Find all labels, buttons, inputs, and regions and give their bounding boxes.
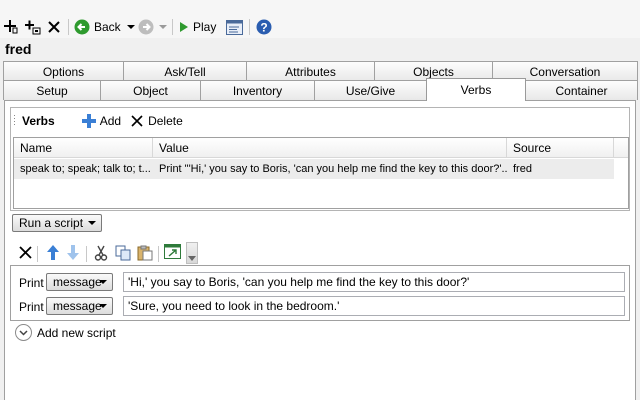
log-button[interactable]	[226, 16, 243, 38]
back-button[interactable]: Back	[74, 16, 121, 38]
svg-text:?: ?	[260, 21, 267, 35]
add-new-script-label: Add new script	[37, 325, 116, 340]
script-toolbar	[0, 241, 640, 265]
tab-setup[interactable]: Setup	[3, 80, 101, 100]
verbs-title: Verbs	[22, 114, 55, 128]
message-type-value: message	[53, 299, 102, 313]
object-title: fred	[5, 41, 32, 57]
chevron-down-icon	[127, 25, 135, 29]
add-verb-button[interactable]: Add	[81, 113, 121, 129]
delete-verb-label: Delete	[148, 114, 183, 128]
tab-container[interactable]: Container	[525, 80, 638, 100]
script-command-label: Print	[19, 300, 44, 314]
delete-verb-button[interactable]: Delete	[131, 114, 183, 128]
main-toolbar: Back Play ?	[0, 0, 640, 38]
column-header-name[interactable]: Name	[14, 138, 153, 158]
message-type-dropdown[interactable]: message	[46, 273, 113, 291]
toolbar-separator	[172, 19, 173, 35]
play-label: Play	[193, 20, 217, 34]
toolbar-separator	[68, 19, 69, 35]
script-command-label: Print	[19, 276, 44, 290]
message-text-field[interactable]: 'Sure, you need to look in the bedroom.'	[123, 296, 625, 316]
add-new-script-button[interactable]: Add new script	[15, 324, 116, 341]
back-arrow-icon	[74, 19, 90, 35]
column-header-value[interactable]: Value	[153, 138, 507, 158]
move-down-button[interactable]	[66, 244, 80, 264]
chevron-down-icon	[159, 25, 167, 29]
cell-name: speak to; speak; talk to; t...	[14, 159, 153, 179]
script-type-value: Run a script	[19, 216, 84, 230]
message-type-dropdown[interactable]: message	[46, 297, 113, 315]
tab-attributes[interactable]: Attributes	[246, 61, 375, 81]
grip-icon	[14, 115, 15, 127]
log-window-icon	[226, 19, 243, 35]
paste-icon	[137, 245, 153, 261]
toolbar-overflow-button[interactable]	[186, 242, 198, 264]
cut-button[interactable]	[94, 245, 108, 264]
tab-inventory[interactable]: Inventory	[200, 80, 315, 100]
help-button[interactable]: ?	[256, 16, 272, 38]
verbs-toolbar: Verbs Add Delete	[12, 111, 183, 131]
verbs-table: Name Value Source speak to; speak; talk …	[13, 137, 629, 209]
column-header-source[interactable]: Source	[507, 138, 614, 158]
chevron-down-icon	[99, 304, 107, 308]
delete-button[interactable]	[47, 16, 61, 38]
toolbar-separator	[249, 19, 250, 35]
copy-icon	[115, 245, 131, 261]
help-icon: ?	[256, 19, 272, 35]
column-header-spacer	[614, 138, 628, 158]
popout-window-icon	[164, 244, 181, 259]
plus-icon	[81, 114, 96, 128]
tab-options[interactable]: Options	[3, 61, 124, 81]
message-type-value: message	[53, 275, 102, 289]
play-button[interactable]: Play	[179, 16, 216, 38]
arrow-up-icon	[47, 245, 59, 260]
tab-object[interactable]: Object	[100, 80, 201, 100]
add-room-button[interactable]	[23, 16, 41, 38]
tab-ask-tell[interactable]: Ask/Tell	[123, 61, 247, 81]
cell-source: fred	[507, 159, 614, 179]
back-label: Back	[94, 20, 121, 34]
chevron-down-icon	[99, 280, 107, 284]
copy-button[interactable]	[115, 245, 131, 264]
add-room-icon	[25, 20, 41, 35]
tab-verbs[interactable]: Verbs	[426, 78, 526, 101]
chevron-down-icon	[188, 256, 196, 261]
toolbar-separator	[37, 246, 38, 262]
close-icon	[19, 246, 32, 259]
tab-use-give[interactable]: Use/Give	[314, 80, 427, 100]
add-object-icon	[4, 20, 18, 34]
popout-editor-button[interactable]	[164, 244, 182, 264]
add-object-button[interactable]	[2, 16, 18, 38]
move-up-button[interactable]	[46, 244, 60, 264]
paste-button[interactable]	[137, 245, 153, 264]
arrow-down-icon	[67, 245, 79, 260]
close-icon	[48, 21, 60, 33]
chevron-down-icon	[88, 221, 96, 225]
forward-dropdown[interactable]	[159, 16, 167, 38]
forward-button[interactable]	[138, 16, 154, 38]
toolbar-separator	[158, 246, 159, 262]
chevron-down-circle-icon	[15, 324, 32, 341]
add-verb-label: Add	[99, 114, 122, 128]
forward-arrow-icon	[138, 19, 154, 35]
scissors-icon	[94, 245, 108, 261]
play-icon	[180, 22, 188, 32]
close-icon	[131, 115, 143, 127]
back-dropdown[interactable]	[127, 16, 135, 38]
script-type-dropdown[interactable]: Run a script	[12, 214, 102, 232]
cell-value: Print "'Hi,' you say to Boris, 'can you …	[153, 159, 507, 179]
message-text-field[interactable]: 'Hi,' you say to Boris, 'can you help me…	[123, 272, 625, 292]
toolbar-separator	[86, 246, 87, 262]
delete-line-button[interactable]	[19, 246, 32, 262]
